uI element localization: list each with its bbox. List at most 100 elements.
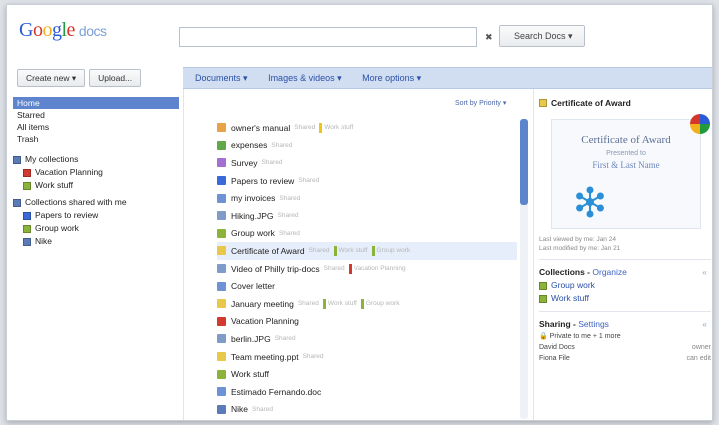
- my-collections-header[interactable]: My collections: [13, 153, 179, 166]
- divider: [539, 311, 711, 312]
- list-item[interactable]: Hiking.JPG Shared: [217, 207, 517, 225]
- shared-collections-header[interactable]: Collections shared with me: [13, 196, 179, 209]
- sort-by-priority-dropdown[interactable]: Sort by Priority ▾: [455, 99, 506, 107]
- collapse-icon[interactable]: «: [702, 318, 707, 331]
- list-item[interactable]: Estimado Fernando.doc: [217, 383, 517, 401]
- last-modified: Last modified by me: Jan 21: [539, 245, 621, 252]
- collection-tag-label[interactable]: Work stuff: [339, 247, 368, 254]
- collection-tag-label[interactable]: Work stuff: [324, 124, 353, 131]
- list-item[interactable]: Cover letter: [217, 277, 517, 295]
- list-item[interactable]: my invoices Shared: [217, 189, 517, 207]
- document-thumbnail[interactable]: Certificate of Award Presented to First …: [551, 114, 710, 229]
- logo-letter: e: [66, 19, 76, 41]
- panel-collection-work-stuff[interactable]: Work stuff: [539, 292, 711, 305]
- sidebar-item-nike[interactable]: Nike: [13, 235, 179, 248]
- sidebar-item-all-items[interactable]: All items: [13, 121, 179, 133]
- document-title[interactable]: Team meeting.ppt: [231, 352, 299, 362]
- document-icon: [217, 264, 226, 274]
- document-list: owner's manual Shared Work stuff expenses Sh…: [217, 119, 517, 418]
- search-docs-button[interactable]: Search Docs ▾: [499, 25, 585, 47]
- document-title[interactable]: Video of Philly trip-docs: [231, 264, 320, 274]
- list-item[interactable]: Papers to review Shared: [217, 172, 517, 190]
- collection-label: Nike: [35, 236, 53, 246]
- scrollbar-thumb[interactable]: [520, 119, 528, 205]
- collection-color-icon: [23, 224, 31, 233]
- document-icon: [217, 316, 226, 326]
- document-title[interactable]: expenses: [231, 140, 267, 150]
- google-docs-logo[interactable]: Google docs: [19, 19, 107, 42]
- sidebar-item-papers-to-review[interactable]: Papers to review: [13, 209, 179, 222]
- shared-label: Shared: [277, 212, 299, 220]
- share-person-row: David Docs owner: [539, 342, 711, 353]
- list-item[interactable]: Vacation Planning: [217, 313, 517, 331]
- shared-collections-label: Collections shared with me: [25, 197, 127, 207]
- collection-tag-label[interactable]: Group work: [366, 300, 400, 307]
- document-title[interactable]: Estimado Fernando.doc: [231, 387, 321, 397]
- document-icon: [217, 299, 226, 309]
- create-new-button[interactable]: Create new ▾: [17, 69, 86, 87]
- collapse-icon[interactable]: «: [702, 266, 707, 279]
- sidebar-item-trash[interactable]: Trash: [13, 133, 179, 145]
- sharing-settings-link[interactable]: Settings: [578, 319, 609, 329]
- menu-images-videos[interactable]: Images & videos ▾: [268, 68, 342, 88]
- panel-collection-group-work[interactable]: Group work: [539, 279, 711, 292]
- globe-icon: [690, 114, 710, 134]
- shared-label: Shared: [294, 124, 316, 132]
- document-title[interactable]: Group work: [231, 228, 275, 238]
- shared-label: Shared: [271, 141, 293, 149]
- product-name: docs: [78, 23, 107, 39]
- document-title[interactable]: Vacation Planning: [231, 316, 299, 326]
- list-item[interactable]: Work stuff: [217, 365, 517, 383]
- list-scrollbar[interactable]: [520, 119, 528, 419]
- list-item[interactable]: expenses Shared: [217, 137, 517, 155]
- list-item[interactable]: Team meeting.ppt Shared: [217, 348, 517, 366]
- document-title[interactable]: Papers to review: [231, 176, 294, 186]
- sharing-title: Sharing: [539, 319, 571, 329]
- list-item[interactable]: Certificate of Award Shared Work stuff Grou…: [217, 242, 517, 260]
- list-item[interactable]: Group work Shared: [217, 225, 517, 243]
- sidebar-item-group-work[interactable]: Group work: [13, 222, 179, 235]
- list-item[interactable]: owner's manual Shared Work stuff: [217, 119, 517, 137]
- divider: [183, 89, 184, 420]
- list-item[interactable]: Survey Shared: [217, 154, 517, 172]
- sidebar-item-work-stuff[interactable]: Work stuff: [13, 179, 179, 192]
- sidebar-item-home[interactable]: Home: [13, 97, 179, 109]
- menu-more-options[interactable]: More options ▾: [362, 68, 421, 88]
- document-title[interactable]: Work stuff: [231, 369, 269, 379]
- document-title[interactable]: berlin.JPG: [231, 334, 271, 344]
- list-item[interactable]: Video of Philly trip-docs Shared Vacation …: [217, 260, 517, 278]
- collection-tag-label[interactable]: Work stuff: [328, 300, 357, 307]
- list-item[interactable]: Nike Shared: [217, 401, 517, 419]
- upload-button[interactable]: Upload...: [89, 69, 142, 87]
- search-input[interactable]: [179, 27, 477, 47]
- organize-link[interactable]: Organize: [592, 267, 627, 277]
- document-icon: [217, 246, 226, 256]
- collection-tag-icon: [360, 298, 364, 309]
- thumbnail-name: First & Last Name: [592, 160, 660, 170]
- document-title[interactable]: Nike: [231, 404, 248, 414]
- sidebar-item-vacation-planning[interactable]: Vacation Planning: [13, 166, 179, 179]
- collection-tag-label[interactable]: Vacation Planning: [354, 265, 406, 272]
- document-title[interactable]: January meeting: [231, 299, 294, 309]
- document-title[interactable]: Certificate of Award: [231, 246, 305, 256]
- preview-panel: Certificate of Award Certificate of Awar…: [539, 97, 711, 364]
- document-title[interactable]: my invoices: [231, 193, 275, 203]
- collection-label: Work stuff: [35, 180, 73, 190]
- list-item[interactable]: January meeting Shared Work stuff Group wor…: [217, 295, 517, 313]
- document-icon: [217, 387, 226, 397]
- collection-label: Group work: [35, 223, 79, 233]
- list-item[interactable]: berlin.JPG Shared: [217, 330, 517, 348]
- document-title[interactable]: Cover letter: [231, 281, 275, 291]
- divider: [533, 89, 534, 420]
- document-title[interactable]: Survey: [231, 158, 257, 168]
- document-title[interactable]: Hiking.JPG: [231, 211, 274, 221]
- collection-tag-label[interactable]: Group work: [377, 247, 411, 254]
- collection-color-icon: [23, 237, 31, 246]
- document-icon: [217, 158, 226, 168]
- snowflake-icon: [576, 186, 604, 218]
- document-title[interactable]: owner's manual: [231, 123, 290, 133]
- sidebar-item-starred[interactable]: Starred: [13, 109, 179, 121]
- collection-color-icon: [539, 294, 547, 303]
- clear-search-icon[interactable]: ✖: [485, 32, 493, 43]
- menu-documents[interactable]: Documents ▾: [195, 68, 248, 88]
